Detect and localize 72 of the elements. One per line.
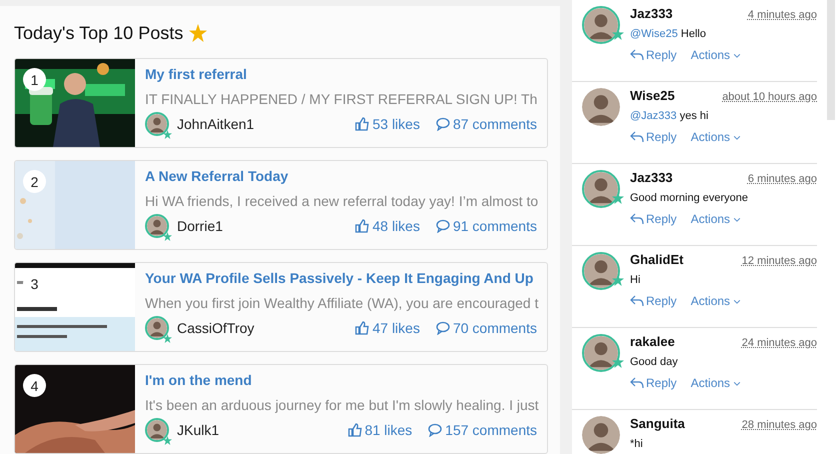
post-title-link[interactable]: My first referral <box>145 66 537 86</box>
reply-link[interactable]: Reply <box>630 212 677 226</box>
user-name[interactable]: Wise25 <box>630 88 675 103</box>
user-name[interactable]: Jaz333 <box>630 170 673 185</box>
comments-link[interactable]: 87 comments <box>436 116 537 132</box>
likes-link[interactable]: 47 likes <box>355 320 420 336</box>
star-icon <box>163 334 172 343</box>
comment-text: Hi <box>630 274 642 286</box>
post-excerpt: IT FINALLY HAPPENED / MY FIRST REFERRAL SIGN UP! Th <box>145 91 537 107</box>
timestamp: 12 minutes ago <box>742 255 817 267</box>
reply-icon <box>630 295 644 307</box>
post-title-link[interactable]: A New Referral Today <box>145 168 537 188</box>
post-excerpt: When you first join Wealthy Affiliate (WA), you are encouraged t <box>145 295 537 311</box>
star-icon <box>163 232 172 241</box>
speech-bubble-icon <box>436 117 450 131</box>
speech-bubble-icon <box>436 219 450 233</box>
comment-text: Good morning everyone <box>630 192 750 204</box>
reply-icon <box>630 377 644 389</box>
comments-link[interactable]: 91 comments <box>436 218 537 234</box>
timestamp: 28 minutes ago <box>742 419 817 431</box>
star-icon <box>189 24 208 42</box>
likes-link[interactable]: 48 likes <box>355 218 420 234</box>
star-icon <box>163 130 172 139</box>
reply-link[interactable]: Reply <box>630 48 677 62</box>
reply-icon <box>630 131 644 143</box>
author-name[interactable]: Dorrie1 <box>177 218 340 234</box>
user-name[interactable]: Jaz333 <box>630 6 673 21</box>
star-icon <box>163 436 172 445</box>
reply-link[interactable]: Reply <box>630 376 677 390</box>
star-icon <box>612 192 624 204</box>
speech-bubble-icon <box>428 423 442 437</box>
actions-dropdown[interactable]: Actions <box>690 376 742 390</box>
reply-link[interactable]: Reply <box>630 130 677 144</box>
star-icon <box>612 274 624 286</box>
author-name[interactable]: JohnAitken1 <box>177 116 340 132</box>
thumbs-up-icon <box>355 117 370 131</box>
actions-dropdown[interactable]: Actions <box>690 130 742 144</box>
post-excerpt: It's been an arduous journey for me but I'm slowly healing. I just <box>145 397 537 413</box>
reply-icon <box>630 213 644 225</box>
actions-dropdown[interactable]: Actions <box>690 212 742 226</box>
actions-dropdown[interactable]: Actions <box>690 48 742 62</box>
user-name[interactable]: Sanguita <box>630 416 685 431</box>
likes-link[interactable]: 53 likes <box>355 116 420 132</box>
timestamp: 4 minutes ago <box>748 9 817 21</box>
comment-text: @Jaz333 yes hi <box>630 110 710 122</box>
scrollbar[interactable] <box>827 0 835 120</box>
timestamp: 24 minutes ago <box>742 337 817 349</box>
timestamp: 6 minutes ago <box>748 173 817 185</box>
star-icon <box>612 356 624 368</box>
author-name[interactable]: CassiOfTroy <box>177 320 340 336</box>
comment-text: @Wise25 Hello <box>630 28 707 40</box>
comment-text: Good day <box>630 356 679 368</box>
post-excerpt: Hi WA friends, I received a new referral today yay! I’m almost to <box>145 193 537 209</box>
author-name[interactable]: JKulk1 <box>177 422 332 438</box>
post-title-link[interactable]: I'm on the mend <box>145 372 537 392</box>
thumbs-up-icon <box>355 219 370 233</box>
comments-link[interactable]: 157 comments <box>428 422 537 438</box>
user-name[interactable]: rakalee <box>630 334 675 349</box>
timestamp: about 10 hours ago <box>722 91 817 103</box>
actions-dropdown[interactable]: Actions <box>690 294 742 308</box>
thumbs-up-icon <box>348 423 362 437</box>
reply-link[interactable]: Reply <box>630 294 677 308</box>
reply-icon <box>630 49 644 61</box>
post-title-link[interactable]: Your WA Profile Sells Passively - Keep It Engaging And Up <box>145 270 537 290</box>
comment-text: *hi <box>630 438 644 450</box>
comments-link[interactable]: 70 comments <box>436 320 537 336</box>
speech-bubble-icon <box>436 321 450 335</box>
star-icon <box>612 28 624 40</box>
user-name[interactable]: GhalidEt <box>630 252 684 267</box>
section-title: Today's Top 10 Posts <box>14 22 184 44</box>
thumbs-up-icon <box>355 321 370 335</box>
likes-link[interactable]: 81 likes <box>348 422 412 438</box>
